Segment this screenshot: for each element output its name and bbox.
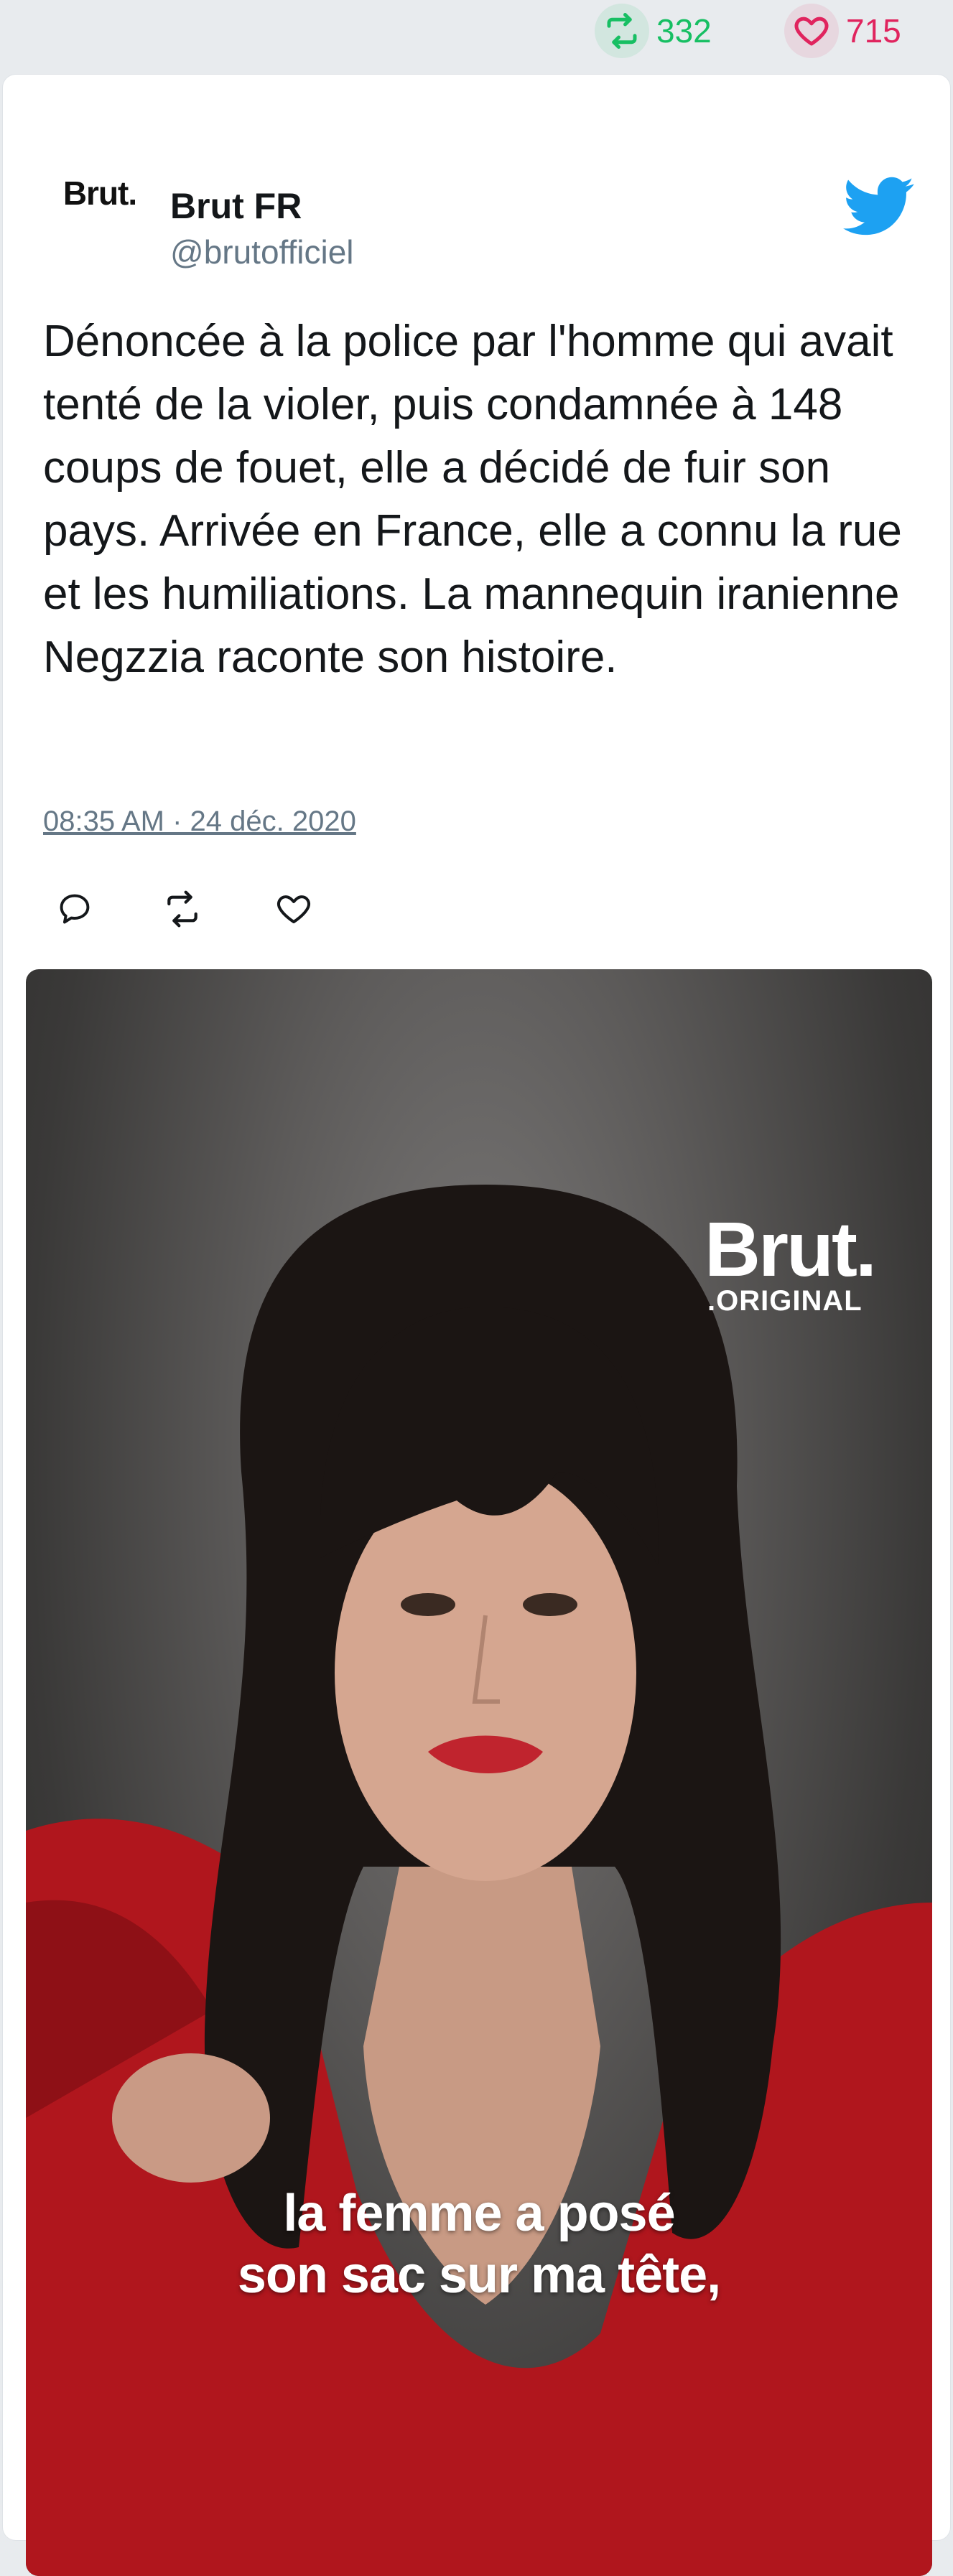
author-name[interactable]: Brut FR [170,185,302,227]
engagement-strip: 332 715 [0,0,953,72]
retweet-icon [167,890,197,928]
subtitle-line-1: la femme a posé [283,2185,675,2242]
retweet-count: 332 [656,12,712,50]
retweet-count-stat[interactable]: 332 [595,4,712,58]
heart-icon [277,895,310,924]
retweet-button[interactable] [161,887,204,930]
video-media[interactable]: Brut. .ORIGINAL la femme a posé son sac … [26,969,932,2576]
like-button[interactable] [272,887,315,930]
logo-subtitle: .ORIGINAL [707,1285,863,1317]
logo-word: Brut. [705,1205,877,1292]
subtitle-line-2: son sac sur ma tête, [237,2246,721,2304]
author-handle[interactable]: @brutofficiel [170,233,354,271]
twitter-bird-icon[interactable] [843,177,915,237]
reply-icon [60,894,90,924]
reply-button[interactable] [53,887,96,930]
avatar-logo-text: Brut. [62,174,137,212]
avatar[interactable]: Brut. [39,154,161,233]
like-count: 715 [846,12,901,50]
tweet-text: Dénoncée à la police par l'homme qui ava… [43,317,902,682]
video-subtitle: la femme a posé son sac sur ma tête, [26,2183,932,2306]
like-count-stat[interactable]: 715 [784,4,901,58]
tweet-card: Brut. Brut FR @brutofficiel Dénoncée à l… [3,75,950,2576]
retweet-icon [595,4,649,58]
heart-icon [784,4,839,58]
brut-original-logo: Brut. .ORIGINAL [705,1205,877,1317]
tweet-timestamp-link[interactable]: 08:35 AM · 24 déc. 2020 [43,806,356,838]
